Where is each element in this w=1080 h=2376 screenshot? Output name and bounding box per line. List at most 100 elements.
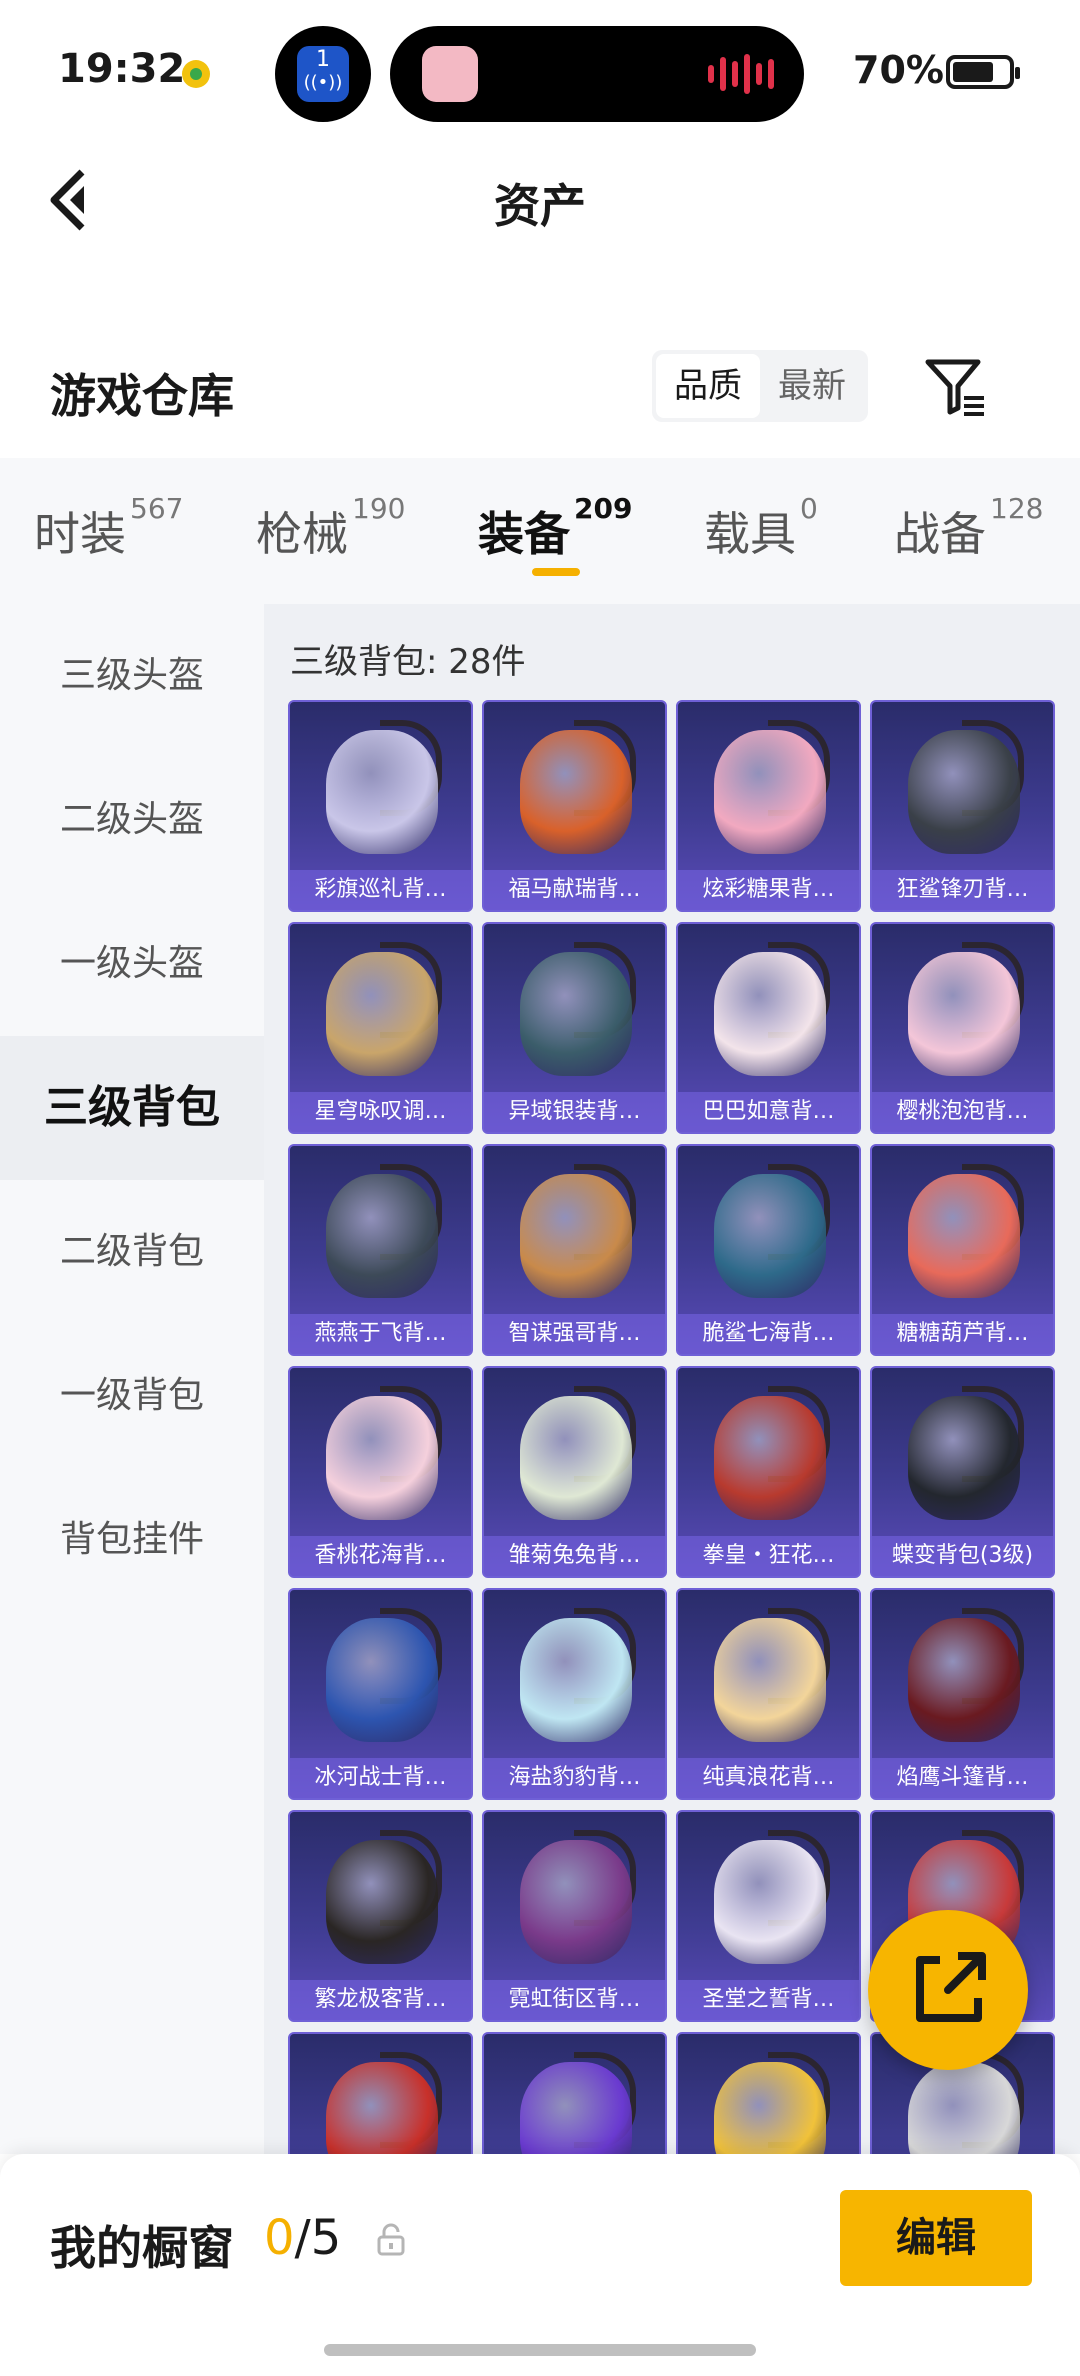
backpack-name: 福马献瑞背… bbox=[484, 870, 665, 910]
status-time: 19:32 bbox=[58, 46, 186, 92]
backpack-card[interactable]: 纯真浪花背… bbox=[676, 1588, 861, 1800]
broadcast-icon: 1 ((•)) bbox=[297, 46, 349, 102]
backpack-card[interactable]: 星穹咏叹调… bbox=[288, 922, 473, 1134]
backpack-image bbox=[714, 1618, 826, 1742]
backpack-card[interactable]: 智谋强哥背… bbox=[482, 1144, 667, 1356]
backpack-name: 焰鹰斗篷背… bbox=[872, 1758, 1053, 1798]
sidebar-item-lv1-backpack[interactable]: 一级背包 bbox=[0, 1324, 264, 1468]
tab-equipment[interactable]: 装备 209 bbox=[478, 492, 632, 564]
backpack-card[interactable] bbox=[288, 2032, 473, 2154]
backpack-image bbox=[326, 730, 438, 854]
page-title: 资产 bbox=[494, 179, 586, 233]
tab-firearms[interactable]: 枪械 190 bbox=[256, 492, 405, 564]
edit-button[interactable]: 编辑 bbox=[840, 2190, 1032, 2286]
backpack-image bbox=[520, 2062, 632, 2154]
sidebar-item-lv2-backpack[interactable]: 二级背包 bbox=[0, 1180, 264, 1324]
backpack-image bbox=[908, 1618, 1020, 1742]
sort-quality-button[interactable]: 品质 bbox=[656, 354, 760, 418]
live-activity-pill[interactable]: 1 ((•)) bbox=[275, 26, 371, 122]
backpack-name: 樱桃泡泡背… bbox=[872, 1092, 1053, 1132]
sidebar-item-lv1-helmet[interactable]: 一级头盔 bbox=[0, 892, 264, 1036]
lock-icon bbox=[377, 2223, 405, 2256]
tab-fashion[interactable]: 时装 567 bbox=[34, 492, 183, 564]
backpack-card[interactable]: 繁龙极客背… bbox=[288, 1810, 473, 2022]
share-icon bbox=[916, 1952, 986, 2022]
sidebar-item-lv2-helmet[interactable]: 二级头盔 bbox=[0, 748, 264, 892]
home-indicator[interactable] bbox=[324, 2344, 756, 2356]
backpack-card[interactable]: 狂鲨锋刃背… bbox=[870, 700, 1055, 912]
backpack-name: 雏菊兔兔背… bbox=[484, 1536, 665, 1576]
sidebar: 三级头盔 二级头盔 一级头盔 三级背包 二级背包 一级背包 背包挂件 bbox=[0, 604, 264, 2154]
backpack-image bbox=[326, 952, 438, 1076]
tab-supplies[interactable]: 战备 128 bbox=[894, 492, 1043, 564]
backpack-image bbox=[908, 1396, 1020, 1520]
media-thumbnail bbox=[422, 46, 478, 102]
share-button[interactable] bbox=[868, 1910, 1028, 2070]
backpack-name: 蝶变背包(3级) bbox=[872, 1536, 1053, 1576]
backpack-card[interactable]: 脆鲨七海背… bbox=[676, 1144, 861, 1356]
backpack-card[interactable]: 拳皇・狂花… bbox=[676, 1366, 861, 1578]
backpack-card[interactable]: 彩旗巡礼背… bbox=[288, 700, 473, 912]
backpack-card[interactable]: 糖糖葫芦背… bbox=[870, 1144, 1055, 1356]
audio-wave-icon bbox=[708, 54, 774, 94]
backpack-image bbox=[520, 1396, 632, 1520]
tab-vehicles[interactable]: 载具 0 bbox=[704, 492, 818, 564]
sidebar-item-lv3-helmet[interactable]: 三级头盔 bbox=[0, 604, 264, 748]
showcase-title: 我的橱窗 bbox=[50, 2221, 234, 2275]
backpack-image bbox=[908, 2062, 1020, 2154]
backpack-image bbox=[326, 1840, 438, 1964]
backpack-image bbox=[908, 952, 1020, 1076]
backpack-card[interactable]: 圣堂之誓背… bbox=[676, 1810, 861, 2022]
backpack-name: 星穹咏叹调… bbox=[290, 1092, 471, 1132]
backpack-image bbox=[714, 952, 826, 1076]
backpack-card[interactable]: 霓虹街区背… bbox=[482, 1810, 667, 2022]
sidebar-item-lv3-backpack[interactable]: 三级背包 bbox=[0, 1036, 264, 1180]
backpack-image bbox=[326, 2062, 438, 2154]
backpack-name: 圣堂之誓背… bbox=[678, 1980, 859, 2020]
media-activity-pill[interactable] bbox=[390, 26, 804, 122]
backpack-card[interactable]: 福马献瑞背… bbox=[482, 700, 667, 912]
backpack-image bbox=[520, 1174, 632, 1298]
backpack-name: 霓虹街区背… bbox=[484, 1980, 665, 2020]
backpack-card[interactable]: 雏菊兔兔背… bbox=[482, 1366, 667, 1578]
backpack-image bbox=[714, 2062, 826, 2154]
backpack-card[interactable] bbox=[482, 2032, 667, 2154]
sidebar-item-backpack-charm[interactable]: 背包挂件 bbox=[0, 1468, 264, 1612]
backpack-name: 繁龙极客背… bbox=[290, 1980, 471, 2020]
backpack-image bbox=[520, 952, 632, 1076]
backpack-name: 脆鲨七海背… bbox=[678, 1314, 859, 1354]
backpack-card[interactable] bbox=[676, 2032, 861, 2154]
category-heading: 三级背包: 28件 bbox=[290, 642, 526, 682]
warehouse-title: 游戏仓库 bbox=[50, 369, 234, 423]
sort-newest-button[interactable]: 最新 bbox=[760, 354, 864, 418]
backpack-image bbox=[714, 1396, 826, 1520]
backpack-card[interactable]: 香桃花海背… bbox=[288, 1366, 473, 1578]
filter-button[interactable] bbox=[922, 354, 988, 420]
backpack-name: 巴巴如意背… bbox=[678, 1092, 859, 1132]
showcase-count: 0/5 bbox=[264, 2210, 342, 2266]
backpack-card[interactable]: 异域银装背… bbox=[482, 922, 667, 1134]
backpack-name: 异域银装背… bbox=[484, 1092, 665, 1132]
backpack-image bbox=[908, 730, 1020, 854]
backpack-card[interactable]: 樱桃泡泡背… bbox=[870, 922, 1055, 1134]
backpack-image bbox=[520, 730, 632, 854]
backpack-card[interactable]: 蝶变背包(3级) bbox=[870, 1366, 1055, 1578]
backpack-image bbox=[326, 1396, 438, 1520]
backpack-image bbox=[520, 1840, 632, 1964]
sort-toggle: 品质 最新 bbox=[652, 350, 868, 422]
backpack-card[interactable]: 海盐豹豹背… bbox=[482, 1588, 667, 1800]
backpack-card[interactable]: 燕燕于飞背… bbox=[288, 1144, 473, 1356]
backpack-name: 燕燕于飞背… bbox=[290, 1314, 471, 1354]
backpack-card[interactable]: 巴巴如意背… bbox=[676, 922, 861, 1134]
backpack-card[interactable]: 炫彩糖果背… bbox=[676, 700, 861, 912]
backpack-name: 拳皇・狂花… bbox=[678, 1536, 859, 1576]
backpack-name: 纯真浪花背… bbox=[678, 1758, 859, 1798]
backpack-name: 炫彩糖果背… bbox=[678, 870, 859, 910]
backpack-card[interactable]: 冰河战士背… bbox=[288, 1588, 473, 1800]
backpack-card[interactable]: 焰鹰斗篷背… bbox=[870, 1588, 1055, 1800]
backpack-image bbox=[714, 1840, 826, 1964]
showcase-bar: 我的橱窗 0/5 编辑 bbox=[0, 2154, 1080, 2376]
battery-icon bbox=[946, 55, 1020, 89]
backpack-name: 海盐豹豹背… bbox=[484, 1758, 665, 1798]
backpack-image bbox=[520, 1618, 632, 1742]
